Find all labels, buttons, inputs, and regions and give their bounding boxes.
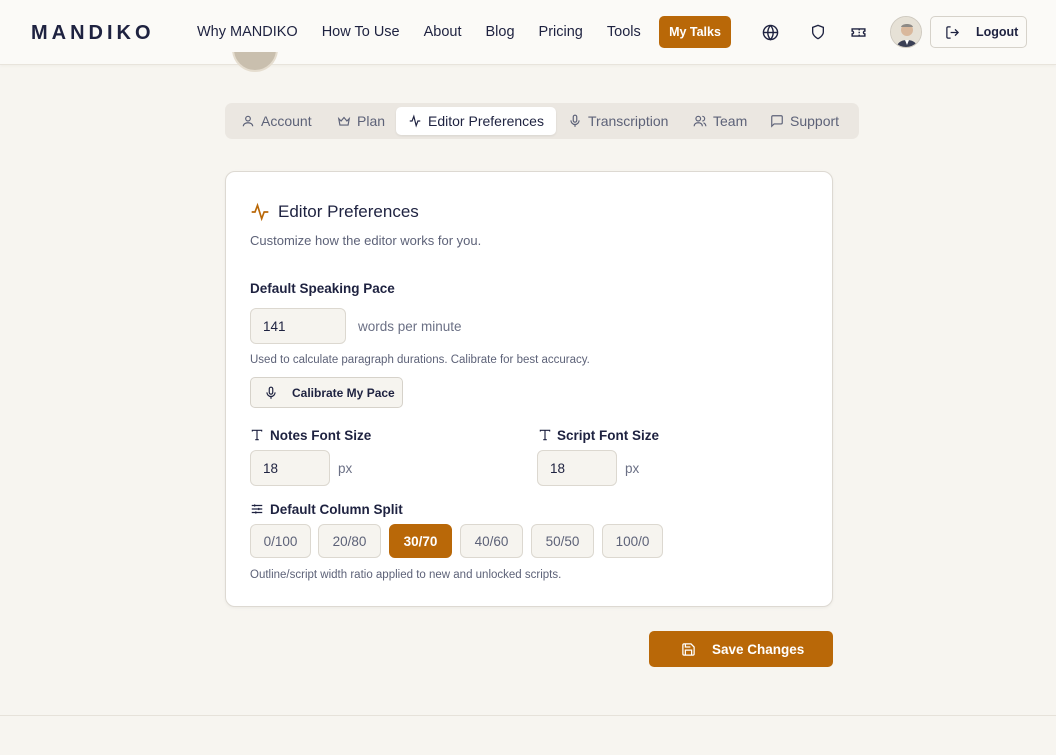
crown-icon bbox=[337, 116, 351, 126]
globe-icon[interactable] bbox=[760, 22, 780, 42]
ticket-icon[interactable] bbox=[848, 22, 868, 42]
settings-tabs: Account Plan Editor Preferences Transcri… bbox=[225, 103, 859, 139]
tab-transcription[interactable]: Transcription bbox=[568, 107, 668, 135]
tab-plan-label: Plan bbox=[357, 113, 386, 129]
split-option-40-60[interactable]: 40/60 bbox=[460, 524, 523, 558]
split-option-0-100[interactable]: 0/100 bbox=[250, 524, 311, 558]
split-hint: Outline/script width ratio applied to ne… bbox=[250, 569, 562, 581]
nav-blog[interactable]: Blog bbox=[486, 24, 515, 40]
shield-icon[interactable] bbox=[808, 22, 828, 42]
user-avatar[interactable] bbox=[890, 16, 922, 48]
nav-tools[interactable]: Tools bbox=[607, 24, 641, 40]
nav-about[interactable]: About bbox=[424, 24, 462, 40]
tab-plan[interactable]: Plan bbox=[337, 107, 385, 135]
brand-logo[interactable]: MANDIKO bbox=[31, 22, 155, 45]
users-icon bbox=[693, 115, 707, 127]
nav-pricing[interactable]: Pricing bbox=[539, 24, 583, 40]
tab-support-label: Support bbox=[790, 113, 840, 129]
pace-unit: words per minute bbox=[358, 319, 462, 334]
tab-account[interactable]: Account bbox=[241, 107, 312, 135]
tab-account-label: Account bbox=[261, 113, 312, 129]
sliders-icon bbox=[251, 504, 263, 514]
logout-label: Logout bbox=[976, 25, 1019, 39]
tab-editor-preferences[interactable]: Editor Preferences bbox=[396, 107, 556, 135]
tab-transcription-label: Transcription bbox=[588, 113, 669, 129]
split-label: Default Column Split bbox=[270, 502, 403, 517]
activity-icon bbox=[409, 114, 421, 128]
script-font-unit: px bbox=[625, 461, 640, 476]
pace-input[interactable]: 141 bbox=[250, 308, 346, 344]
save-changes-button[interactable]: Save Changes bbox=[649, 631, 833, 667]
notes-font-label: Notes Font Size bbox=[270, 428, 372, 443]
split-option-100-0[interactable]: 100/0 bbox=[602, 524, 663, 558]
logout-button[interactable]: Logout bbox=[930, 16, 1027, 48]
nav-how-to-use[interactable]: How To Use bbox=[322, 24, 400, 40]
save-label: Save Changes bbox=[712, 641, 805, 657]
split-option-50-50[interactable]: 50/50 bbox=[531, 524, 594, 558]
nav-why[interactable]: Why MANDIKO bbox=[197, 24, 298, 40]
my-talks-button[interactable]: My Talks bbox=[659, 16, 731, 48]
calibrate-pace-button[interactable]: Calibrate My Pace bbox=[250, 377, 403, 408]
text-size-icon bbox=[251, 429, 263, 441]
activity-icon bbox=[251, 202, 269, 222]
card-title: Editor Preferences bbox=[278, 202, 419, 221]
script-font-input[interactable]: 18 bbox=[537, 450, 617, 486]
editor-preferences-card: Editor Preferences Customize how the edi… bbox=[225, 171, 833, 607]
profile-avatar-peek bbox=[232, 52, 278, 72]
message-icon bbox=[771, 115, 783, 128]
card-subtitle: Customize how the editor works for you. bbox=[250, 233, 482, 248]
pace-hint: Used to calculate paragraph durations. C… bbox=[250, 354, 590, 366]
pace-label: Default Speaking Pace bbox=[250, 281, 395, 296]
logout-icon bbox=[946, 25, 960, 39]
mic-icon bbox=[266, 386, 276, 399]
user-icon bbox=[242, 115, 254, 127]
tab-team[interactable]: Team bbox=[693, 107, 747, 135]
mic-icon bbox=[570, 114, 580, 127]
notes-font-unit: px bbox=[338, 461, 353, 476]
top-header: MANDIKO Why MANDIKO How To Use About Blo… bbox=[0, 0, 1056, 65]
tab-editor-preferences-label: Editor Preferences bbox=[428, 113, 544, 129]
split-option-20-80[interactable]: 20/80 bbox=[318, 524, 381, 558]
text-size-icon bbox=[539, 429, 551, 441]
calibrate-label: Calibrate My Pace bbox=[292, 385, 395, 400]
script-font-label: Script Font Size bbox=[557, 428, 660, 443]
notes-font-input[interactable]: 18 bbox=[250, 450, 330, 486]
tab-support[interactable]: Support bbox=[770, 107, 839, 135]
split-option-30-70[interactable]: 30/70 bbox=[389, 524, 452, 558]
footer-divider bbox=[0, 715, 1056, 716]
save-icon bbox=[682, 642, 695, 656]
tab-team-label: Team bbox=[713, 113, 748, 129]
